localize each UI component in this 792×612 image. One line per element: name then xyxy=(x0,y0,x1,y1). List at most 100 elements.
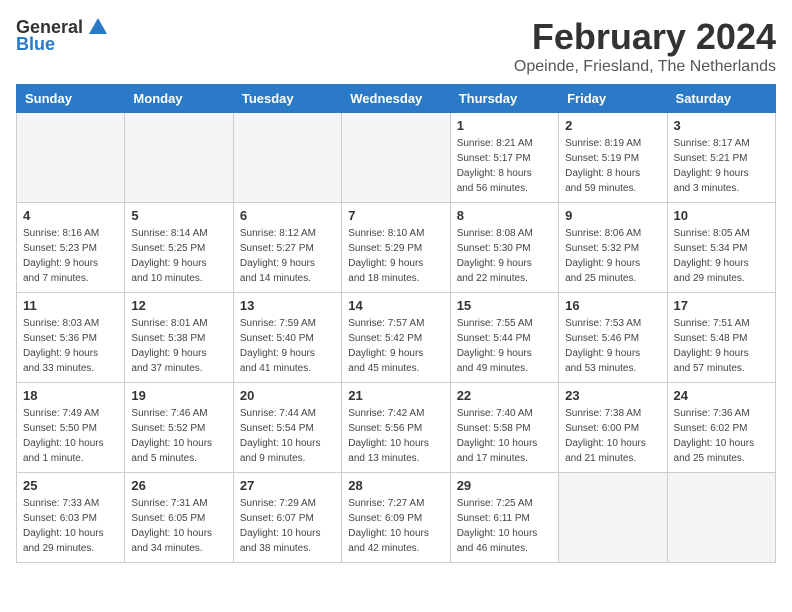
calendar-cell: 9 Sunrise: 8:06 AMSunset: 5:32 PMDaylight… xyxy=(559,203,667,293)
calendar-table: SundayMondayTuesdayWednesdayThursdayFrid… xyxy=(16,84,776,563)
day-info: Sunrise: 7:38 AMSunset: 6:00 PMDaylight:… xyxy=(565,406,660,466)
day-number: 29 xyxy=(457,478,552,493)
day-number: 21 xyxy=(348,388,443,403)
day-info: Sunrise: 8:16 AMSunset: 5:23 PMDaylight:… xyxy=(23,226,118,286)
calendar-cell: 23Sunrise: 7:38 AMSunset: 6:00 PMDayligh… xyxy=(559,383,667,473)
day-info: Sunrise: 7:49 AMSunset: 5:50 PMDaylight:… xyxy=(23,406,118,466)
calendar-week-2: 4 Sunrise: 8:16 AMSunset: 5:23 PMDaylight… xyxy=(17,203,776,293)
day-info: Sunrise: 7:33 AMSunset: 6:03 PMDaylight:… xyxy=(23,496,118,556)
day-info: Sunrise: 7:44 AMSunset: 5:54 PMDaylight:… xyxy=(240,406,335,466)
weekday-header-monday: Monday xyxy=(125,85,233,113)
calendar-cell: 12 Sunrise: 8:01 AMSunset: 5:38 PMDayligh… xyxy=(125,293,233,383)
day-info: Sunrise: 8:14 AMSunset: 5:25 PMDaylight:… xyxy=(131,226,226,286)
day-info: Sunrise: 8:10 AMSunset: 5:29 PMDaylight:… xyxy=(348,226,443,286)
day-number: 17 xyxy=(674,298,769,313)
day-info: Sunrise: 8:17 AMSunset: 5:21 PMDaylight:… xyxy=(674,136,769,196)
logo-icon xyxy=(87,16,109,38)
day-info: Sunrise: 8:03 AMSunset: 5:36 PMDaylight:… xyxy=(23,316,118,376)
day-number: 14 xyxy=(348,298,443,313)
day-info: Sunrise: 7:40 AMSunset: 5:58 PMDaylight:… xyxy=(457,406,552,466)
day-number: 16 xyxy=(565,298,660,313)
day-info: Sunrise: 8:12 AMSunset: 5:27 PMDaylight:… xyxy=(240,226,335,286)
day-info: Sunrise: 8:06 AMSunset: 5:32 PMDaylight:… xyxy=(565,226,660,286)
calendar-cell: 21 Sunrise: 7:42 AMSunset: 5:56 PMDayligh… xyxy=(342,383,450,473)
weekday-header-sunday: Sunday xyxy=(17,85,125,113)
calendar-cell: 4 Sunrise: 8:16 AMSunset: 5:23 PMDaylight… xyxy=(17,203,125,293)
calendar-cell: 14 Sunrise: 7:57 AMSunset: 5:42 PMDayligh… xyxy=(342,293,450,383)
day-number: 28 xyxy=(348,478,443,493)
weekday-header-thursday: Thursday xyxy=(450,85,558,113)
calendar-week-5: 25 Sunrise: 7:33 AMSunset: 6:03 PMDayligh… xyxy=(17,473,776,563)
calendar-cell: 6 Sunrise: 8:12 AMSunset: 5:27 PMDaylight… xyxy=(233,203,341,293)
day-number: 12 xyxy=(131,298,226,313)
calendar-cell xyxy=(559,473,667,563)
day-number: 25 xyxy=(23,478,118,493)
day-info: Sunrise: 7:57 AMSunset: 5:42 PMDaylight:… xyxy=(348,316,443,376)
day-number: 22 xyxy=(457,388,552,403)
calendar-cell xyxy=(17,113,125,203)
day-info: Sunrise: 7:55 AMSunset: 5:44 PMDaylight:… xyxy=(457,316,552,376)
weekday-header-saturday: Saturday xyxy=(667,85,775,113)
weekday-header-friday: Friday xyxy=(559,85,667,113)
weekday-header-tuesday: Tuesday xyxy=(233,85,341,113)
day-number: 6 xyxy=(240,208,335,223)
calendar-cell: 13Sunrise: 7:59 AMSunset: 5:40 PMDayligh… xyxy=(233,293,341,383)
day-number: 10 xyxy=(674,208,769,223)
day-number: 7 xyxy=(348,208,443,223)
calendar-cell: 26 Sunrise: 7:31 AMSunset: 6:05 PMDayligh… xyxy=(125,473,233,563)
day-number: 24 xyxy=(674,388,769,403)
weekday-header-wednesday: Wednesday xyxy=(342,85,450,113)
day-number: 26 xyxy=(131,478,226,493)
calendar-cell: 24 Sunrise: 7:36 AMSunset: 6:02 PMDayligh… xyxy=(667,383,775,473)
day-info: Sunrise: 7:51 AMSunset: 5:48 PMDaylight:… xyxy=(674,316,769,376)
calendar-header: SundayMondayTuesdayWednesdayThursdayFrid… xyxy=(17,85,776,113)
calendar-cell: 5 Sunrise: 8:14 AMSunset: 5:25 PMDaylight… xyxy=(125,203,233,293)
calendar-cell: 11 Sunrise: 8:03 AMSunset: 5:36 PMDayligh… xyxy=(17,293,125,383)
day-info: Sunrise: 7:36 AMSunset: 6:02 PMDaylight:… xyxy=(674,406,769,466)
day-info: Sunrise: 7:31 AMSunset: 6:05 PMDaylight:… xyxy=(131,496,226,556)
logo-blue: Blue xyxy=(16,34,55,55)
calendar-cell: 15Sunrise: 7:55 AMSunset: 5:44 PMDayligh… xyxy=(450,293,558,383)
day-number: 4 xyxy=(23,208,118,223)
calendar-week-4: 18Sunrise: 7:49 AMSunset: 5:50 PMDayligh… xyxy=(17,383,776,473)
calendar-cell xyxy=(125,113,233,203)
day-info: Sunrise: 8:08 AMSunset: 5:30 PMDaylight:… xyxy=(457,226,552,286)
calendar-cell: 25 Sunrise: 7:33 AMSunset: 6:03 PMDayligh… xyxy=(17,473,125,563)
day-info: Sunrise: 8:01 AMSunset: 5:38 PMDaylight:… xyxy=(131,316,226,376)
month-year-title: February 2024 xyxy=(514,16,776,58)
calendar-cell: 28 Sunrise: 7:27 AMSunset: 6:09 PMDayligh… xyxy=(342,473,450,563)
day-number: 9 xyxy=(565,208,660,223)
calendar-cell xyxy=(342,113,450,203)
calendar-cell xyxy=(233,113,341,203)
calendar-cell xyxy=(667,473,775,563)
calendar-cell: 7 Sunrise: 8:10 AMSunset: 5:29 PMDaylight… xyxy=(342,203,450,293)
calendar-cell: 29 Sunrise: 7:25 AMSunset: 6:11 PMDayligh… xyxy=(450,473,558,563)
day-number: 8 xyxy=(457,208,552,223)
day-number: 11 xyxy=(23,298,118,313)
day-info: Sunrise: 7:42 AMSunset: 5:56 PMDaylight:… xyxy=(348,406,443,466)
day-info: Sunrise: 7:27 AMSunset: 6:09 PMDaylight:… xyxy=(348,496,443,556)
day-number: 5 xyxy=(131,208,226,223)
day-info: Sunrise: 7:53 AMSunset: 5:46 PMDaylight:… xyxy=(565,316,660,376)
page-header: General Blue February 2024 Opeinde, Frie… xyxy=(16,16,776,76)
calendar-week-3: 11 Sunrise: 8:03 AMSunset: 5:36 PMDayligh… xyxy=(17,293,776,383)
day-number: 19 xyxy=(131,388,226,403)
day-info: Sunrise: 7:25 AMSunset: 6:11 PMDaylight:… xyxy=(457,496,552,556)
day-number: 1 xyxy=(457,118,552,133)
calendar-cell: 20 Sunrise: 7:44 AMSunset: 5:54 PMDayligh… xyxy=(233,383,341,473)
calendar-cell: 3 Sunrise: 8:17 AMSunset: 5:21 PMDaylight… xyxy=(667,113,775,203)
calendar-cell: 19Sunrise: 7:46 AMSunset: 5:52 PMDayligh… xyxy=(125,383,233,473)
location-subtitle: Opeinde, Friesland, The Netherlands xyxy=(514,58,776,76)
title-section: February 2024 Opeinde, Friesland, The Ne… xyxy=(514,16,776,76)
day-number: 13 xyxy=(240,298,335,313)
day-number: 20 xyxy=(240,388,335,403)
calendar-cell: 16 Sunrise: 7:53 AMSunset: 5:46 PMDayligh… xyxy=(559,293,667,383)
calendar-cell: 22 Sunrise: 7:40 AMSunset: 5:58 PMDayligh… xyxy=(450,383,558,473)
calendar-cell: 27Sunrise: 7:29 AMSunset: 6:07 PMDayligh… xyxy=(233,473,341,563)
calendar-cell: 2Sunrise: 8:19 AMSunset: 5:19 PMDaylight… xyxy=(559,113,667,203)
day-number: 3 xyxy=(674,118,769,133)
calendar-cell: 10Sunrise: 8:05 AMSunset: 5:34 PMDayligh… xyxy=(667,203,775,293)
day-info: Sunrise: 7:29 AMSunset: 6:07 PMDaylight:… xyxy=(240,496,335,556)
calendar-cell: 1Sunrise: 8:21 AMSunset: 5:17 PMDaylight… xyxy=(450,113,558,203)
calendar-week-1: 1Sunrise: 8:21 AMSunset: 5:17 PMDaylight… xyxy=(17,113,776,203)
